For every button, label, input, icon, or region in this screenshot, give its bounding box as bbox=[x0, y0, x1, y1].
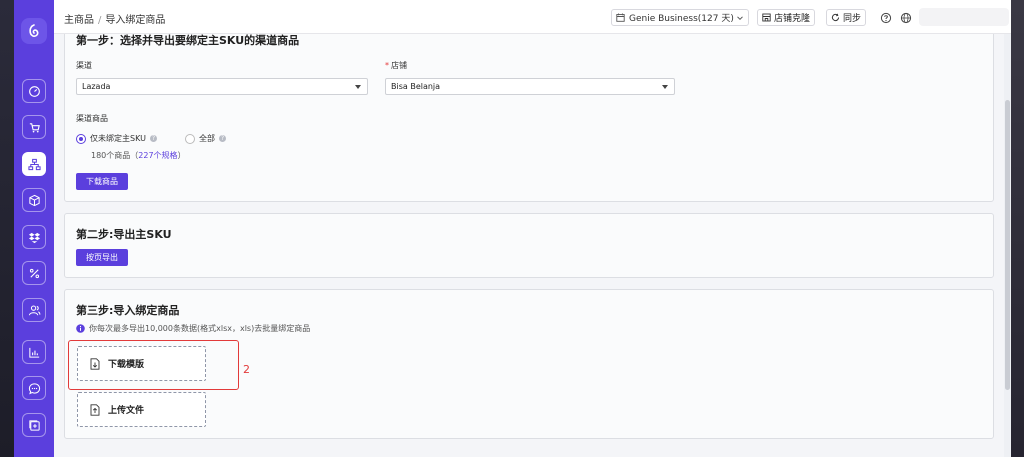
export-by-page-button[interactable]: 按页导出 bbox=[76, 249, 128, 266]
cube-icon bbox=[28, 194, 40, 206]
scrollbar-thumb[interactable] bbox=[1005, 100, 1010, 390]
download-products-button[interactable]: 下载商品 bbox=[76, 173, 128, 190]
channel-label: 渠道 bbox=[76, 61, 92, 70]
nav-promotions[interactable] bbox=[22, 261, 46, 285]
info-circle-icon bbox=[76, 324, 85, 333]
file-upload-icon bbox=[90, 403, 100, 416]
channel-products-label: 渠道商品 bbox=[76, 114, 108, 123]
store-select[interactable]: Bisa Belanja bbox=[385, 78, 675, 95]
count-prefix: 180个商品（ bbox=[91, 151, 139, 160]
step1-card: 第一步：选择并导出要绑定主SKU的渠道商品 渠道 Lazada * 店铺 Bisa… bbox=[64, 34, 994, 202]
nav-dropship[interactable] bbox=[22, 225, 46, 249]
dropbox-icon bbox=[28, 232, 40, 243]
count-suffix: ） bbox=[177, 151, 186, 160]
main-content: 第一步：选择并导出要绑定主SKU的渠道商品 渠道 Lazada * 店铺 Bisa… bbox=[54, 34, 1011, 457]
breadcrumb-main-product[interactable]: 主商品 bbox=[64, 15, 94, 26]
cart-icon bbox=[29, 122, 40, 133]
nav-dashboard[interactable] bbox=[22, 79, 46, 103]
product-count: 180个商品（227个规格） bbox=[91, 150, 186, 161]
import-info-text: 你每次最多导出10,000条数据(格式xlsx，xls)去批量绑定商品 bbox=[89, 324, 311, 333]
radio-all[interactable]: 全部 ? bbox=[185, 133, 226, 144]
import-info-note: 你每次最多导出10,000条数据(格式xlsx，xls)去批量绑定商品 bbox=[76, 323, 310, 334]
breadcrumb: 主商品 / 导入绑定商品 bbox=[64, 11, 165, 26]
users-icon bbox=[28, 305, 40, 315]
store-label: * 店铺 bbox=[385, 60, 407, 71]
radio-dot[interactable] bbox=[185, 133, 195, 144]
download-template-label: 下载模版 bbox=[108, 360, 145, 370]
nav-chat[interactable] bbox=[22, 376, 46, 400]
breadcrumb-separator: / bbox=[98, 15, 102, 26]
store-icon bbox=[762, 13, 771, 22]
required-mark: * bbox=[385, 61, 389, 70]
step3-title: 第三步:导入绑定商品 bbox=[76, 304, 180, 317]
vertical-scrollbar[interactable] bbox=[1004, 34, 1011, 457]
store-label-text: 店铺 bbox=[391, 61, 407, 70]
calendar-icon bbox=[616, 13, 625, 22]
dashboard-icon bbox=[28, 85, 40, 97]
store-clone-button[interactable]: 店铺克隆 bbox=[757, 9, 816, 26]
radio-dot-selected[interactable] bbox=[76, 133, 86, 144]
store-clone-label: 店铺克隆 bbox=[774, 14, 811, 24]
sync-button[interactable]: 同步 bbox=[826, 9, 867, 26]
variant-count-link[interactable]: 227个规格 bbox=[138, 151, 177, 160]
app-logo[interactable] bbox=[21, 18, 47, 44]
sync-label: 同步 bbox=[843, 14, 862, 24]
caret-down-icon bbox=[355, 85, 361, 89]
radio-all-label: 全部 bbox=[199, 134, 215, 143]
nav-inventory[interactable] bbox=[22, 188, 46, 212]
hierarchy-icon bbox=[27, 158, 41, 170]
nav-reports[interactable] bbox=[22, 340, 46, 364]
business-select-value: Genie Business(127 天) bbox=[629, 14, 734, 24]
nav-products[interactable] bbox=[22, 152, 46, 176]
channel-select-value: Lazada bbox=[82, 82, 111, 91]
refresh-icon bbox=[831, 13, 840, 22]
breadcrumb-current: 导入绑定商品 bbox=[105, 15, 166, 26]
nav-orders[interactable] bbox=[22, 115, 46, 139]
logo-icon bbox=[29, 24, 39, 37]
step2-title: 第二步:导出主SKU bbox=[76, 228, 172, 241]
plus-square-icon bbox=[28, 419, 40, 431]
top-header: 主商品 / 导入绑定商品 Genie Business(127 天) 店铺克隆 同步 bbox=[54, 0, 1011, 34]
chat-icon bbox=[28, 382, 40, 394]
store-select-value: Bisa Belanja bbox=[391, 82, 441, 91]
radio-unbound-label: 仅未绑定主SKU bbox=[90, 134, 146, 143]
download-template-button[interactable]: 下载模版 bbox=[77, 346, 206, 381]
nav-more[interactable] bbox=[22, 413, 46, 437]
language-icon[interactable] bbox=[900, 12, 912, 24]
window-frame-left bbox=[0, 0, 14, 457]
step1-title: 第一步：选择并导出要绑定主SKU的渠道商品 bbox=[76, 34, 300, 47]
window-frame-right bbox=[1011, 0, 1024, 457]
annotation-number: 2 bbox=[243, 363, 250, 376]
caret-down-icon bbox=[662, 85, 668, 89]
step3-card: 第三步:导入绑定商品 你每次最多导出10,000条数据(格式xlsx，xls)去… bbox=[64, 289, 994, 439]
chart-icon bbox=[28, 347, 39, 358]
channel-select[interactable]: Lazada bbox=[76, 78, 368, 95]
info-icon[interactable]: ? bbox=[149, 135, 157, 142]
user-account-menu[interactable] bbox=[919, 8, 1009, 26]
nav-customers[interactable] bbox=[22, 298, 46, 322]
percent-icon bbox=[29, 268, 39, 278]
sidebar bbox=[14, 0, 54, 457]
business-select[interactable]: Genie Business(127 天) bbox=[611, 9, 749, 26]
step2-card: 第二步:导出主SKU 按页导出 bbox=[64, 213, 994, 278]
radio-unbound-only[interactable]: 仅未绑定主SKU ? bbox=[76, 133, 157, 144]
help-icon[interactable] bbox=[880, 12, 892, 24]
info-icon[interactable]: ? bbox=[219, 135, 226, 142]
upload-file-button[interactable]: 上传文件 bbox=[77, 392, 206, 427]
file-download-icon bbox=[90, 357, 100, 370]
chevron-down-icon bbox=[737, 16, 743, 21]
upload-file-label: 上传文件 bbox=[108, 406, 145, 416]
